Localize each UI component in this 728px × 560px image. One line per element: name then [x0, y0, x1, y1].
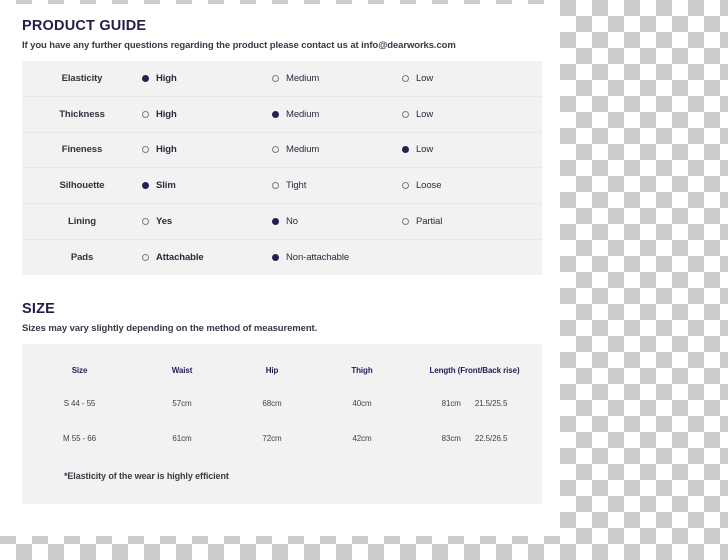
- product-guide-option-label: Tight: [286, 180, 307, 192]
- product-guide-option-label: High: [156, 72, 177, 84]
- radio-unselected-icon[interactable]: [402, 110, 409, 118]
- radio-unselected-icon[interactable]: [142, 218, 149, 226]
- product-guide-row: Elasticity High Medium Low: [22, 61, 542, 97]
- product-guide-title: PRODUCT GUIDE: [22, 18, 147, 34]
- radio-unselected-icon[interactable]: [142, 110, 149, 118]
- product-guide-row: Thickness High Medium Low: [22, 97, 542, 133]
- product-guide-row-label: Pads: [70, 251, 94, 263]
- product-guide-row: Lining Yes No Partial: [22, 204, 542, 240]
- product-guide-option[interactable]: Tight: [272, 180, 402, 191]
- product-guide-row-label: Fineness: [61, 144, 103, 156]
- document-content: PRODUCT GUIDE If you have any further qu…: [0, 4, 560, 536]
- size-subtitle: Sizes may vary slightly depending on the…: [22, 322, 318, 334]
- radio-unselected-icon[interactable]: [272, 74, 279, 82]
- product-guide-option-label: Yes: [156, 216, 173, 228]
- radio-unselected-icon[interactable]: [272, 182, 279, 190]
- product-guide-table: Elasticity High Medium Low Thickness High Medi…: [22, 61, 542, 275]
- product-guide-row-label: Lining: [68, 216, 96, 228]
- size-cell-length: 81cm 21.5/25.5: [407, 399, 542, 408]
- size-cell-size: M 55 - 66: [63, 433, 96, 443]
- product-guide-option-label: Non-attachable: [286, 251, 350, 263]
- size-cell-waist: 57cm: [172, 398, 192, 408]
- product-guide-option[interactable]: Low: [402, 144, 532, 155]
- product-guide-option[interactable]: High: [142, 109, 272, 120]
- product-guide-option-label: High: [156, 108, 177, 120]
- size-cell-size: S 44 - 55: [63, 398, 96, 408]
- size-cell-length-total: 83cm: [441, 433, 461, 443]
- size-section: SIZE Sizes may vary slightly depending o…: [22, 301, 542, 504]
- radio-unselected-icon[interactable]: [272, 146, 279, 154]
- size-header-size: Size: [71, 366, 88, 376]
- product-guide-option[interactable]: Non-attachable: [272, 252, 402, 263]
- product-guide-subtitle: If you have any further questions regard…: [22, 40, 456, 51]
- product-guide-option-label: Medium: [286, 108, 320, 120]
- product-guide-row: Silhouette Slim Tight Loose: [22, 168, 542, 205]
- product-guide-option[interactable]: Medium: [272, 73, 402, 84]
- size-table-header-row: Size Waist Hip Thigh Length (Front/Back …: [22, 344, 542, 386]
- product-guide-option[interactable]: High: [142, 144, 272, 155]
- product-guide-option-label: High: [156, 144, 177, 156]
- product-guide-option[interactable]: Medium: [272, 109, 402, 120]
- size-note-row: *Elasticity of the wear is highly effici…: [22, 456, 542, 504]
- product-guide-option[interactable]: Low: [402, 73, 532, 84]
- radio-unselected-icon[interactable]: [402, 74, 409, 82]
- product-guide-option[interactable]: Attachable: [142, 252, 272, 263]
- size-table-row: M 55 - 66 61cm 72cm 42cm 83cm 22.5/26.5: [22, 421, 542, 456]
- product-guide-option[interactable]: Slim: [142, 180, 272, 191]
- size-title: SIZE: [22, 300, 56, 317]
- size-header-length: Length (Front/Back rise): [429, 366, 520, 376]
- radio-selected-icon[interactable]: [272, 110, 279, 118]
- product-guide-option[interactable]: Medium: [272, 144, 402, 155]
- size-cell-length: 83cm 22.5/26.5: [407, 434, 542, 443]
- radio-selected-icon[interactable]: [142, 74, 149, 82]
- product-guide-option-label: Low: [416, 108, 434, 120]
- size-header-thigh: Thigh: [351, 366, 373, 376]
- product-guide-option-label: Low: [416, 144, 434, 156]
- size-cell-hip: 68cm: [262, 398, 282, 408]
- product-guide-option-label: Attachable: [156, 251, 204, 263]
- product-guide-option[interactable]: Partial: [402, 216, 532, 227]
- product-guide-option[interactable]: Low: [402, 109, 532, 120]
- product-guide-option[interactable]: Yes: [142, 216, 272, 227]
- radio-selected-icon[interactable]: [402, 146, 409, 154]
- product-guide-row-label: Silhouette: [59, 180, 105, 192]
- product-guide-option-label: Loose: [416, 180, 442, 192]
- size-header-hip: Hip: [265, 366, 279, 376]
- product-guide-option-label: Slim: [156, 180, 176, 192]
- product-guide-option-label: No: [286, 216, 298, 228]
- size-cell-hip: 72cm: [262, 433, 282, 443]
- product-guide-row-label: Thickness: [59, 108, 105, 120]
- size-cell-thigh: 40cm: [352, 398, 372, 408]
- product-guide-row: Pads Attachable Non-attachable: [22, 240, 542, 275]
- page-canvas: PRODUCT GUIDE If you have any further qu…: [0, 0, 728, 560]
- size-cell-length-total: 81cm: [441, 398, 461, 408]
- size-header-waist: Waist: [171, 366, 193, 376]
- size-cell-waist: 61cm: [172, 433, 192, 443]
- product-guide-option[interactable]: High: [142, 73, 272, 84]
- product-guide-option-label: Partial: [416, 216, 443, 228]
- size-note: *Elasticity of the wear is highly effici…: [64, 470, 229, 481]
- size-table: Size Waist Hip Thigh Length (Front/Back …: [22, 343, 542, 504]
- product-guide-option-label: Medium: [286, 72, 320, 84]
- size-cell-length-rise: 22.5/26.5: [474, 433, 508, 443]
- product-guide-option-label: Low: [416, 72, 434, 84]
- radio-selected-icon[interactable]: [142, 182, 149, 190]
- size-cell-thigh: 42cm: [352, 433, 372, 443]
- product-guide-section: PRODUCT GUIDE If you have any further qu…: [22, 18, 542, 275]
- product-guide-row-label: Elasticity: [61, 72, 103, 84]
- radio-unselected-icon[interactable]: [402, 182, 409, 190]
- size-table-row: S 44 - 55 57cm 68cm 40cm 81cm 21.5/25.5: [22, 386, 542, 421]
- product-guide-option[interactable]: Loose: [402, 180, 532, 191]
- size-cell-length-rise: 21.5/25.5: [474, 398, 508, 408]
- radio-unselected-icon[interactable]: [402, 218, 409, 226]
- radio-selected-icon[interactable]: [272, 253, 279, 261]
- radio-selected-icon[interactable]: [272, 218, 279, 226]
- product-guide-option[interactable]: No: [272, 216, 402, 227]
- product-guide-option-label: Medium: [286, 144, 320, 156]
- product-guide-row: Fineness High Medium Low: [22, 133, 542, 169]
- radio-unselected-icon[interactable]: [142, 253, 149, 261]
- radio-unselected-icon[interactable]: [142, 146, 149, 154]
